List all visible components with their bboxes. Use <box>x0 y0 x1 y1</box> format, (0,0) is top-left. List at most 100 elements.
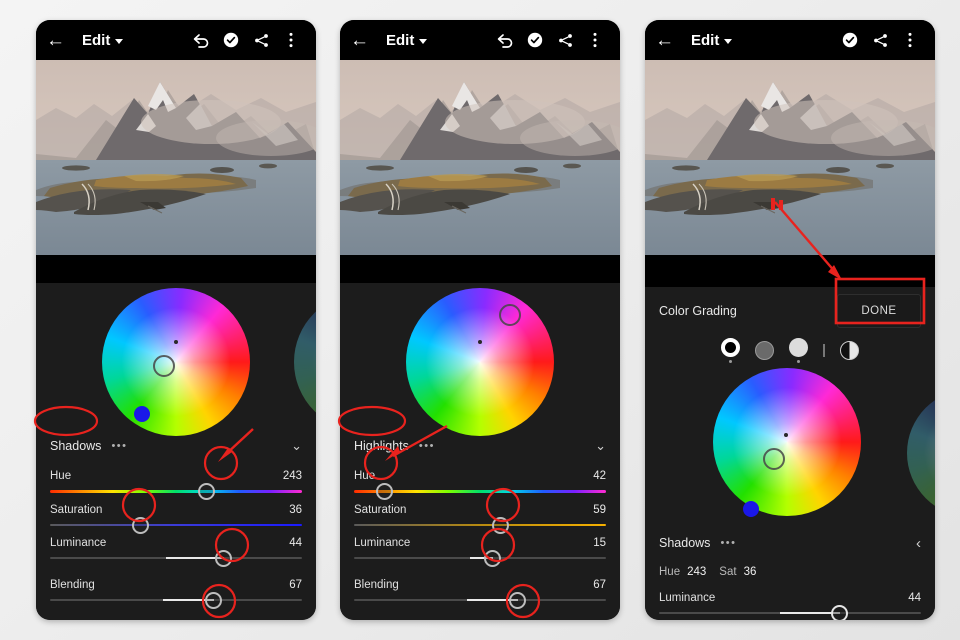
share-icon[interactable] <box>550 33 580 48</box>
share-icon[interactable] <box>865 33 895 48</box>
share-icon[interactable] <box>246 33 276 48</box>
photo-preview-highlights[interactable] <box>340 60 620 255</box>
more-vertical-icon[interactable] <box>895 32 925 48</box>
section-more-icon[interactable]: ••• <box>720 537 736 549</box>
section-header-shadows[interactable]: Shadows ••• ⌄ <box>36 433 316 459</box>
done-button[interactable]: DONE <box>837 294 921 328</box>
slider-track[interactable] <box>354 591 606 609</box>
adjacent-color-wheel[interactable] <box>907 389 935 517</box>
section-more-icon[interactable]: ••• <box>419 440 435 452</box>
mode-selected-dot <box>729 359 732 363</box>
slider-hue-shadows[interactable]: Hue 243 <box>36 470 316 500</box>
edit-title-menu[interactable]: Edit <box>82 32 124 49</box>
black-gap-highlights <box>340 255 620 283</box>
slider-knob[interactable] <box>205 591 223 609</box>
slider-saturation-highlights[interactable]: Saturation 59 <box>340 504 620 534</box>
section-header-color-grading[interactable]: Shadows ••• ‹ <box>645 530 935 556</box>
slider-track[interactable] <box>50 483 302 500</box>
color-grading-mode-row <box>645 335 935 365</box>
adjacent-color-wheel[interactable] <box>294 293 316 431</box>
check-circle-icon[interactable] <box>520 32 550 48</box>
color-wheel-shadows[interactable] <box>102 288 250 436</box>
section-header-highlights[interactable]: Highlights ••• ⌄ <box>340 433 620 459</box>
chevron-left-icon[interactable]: ‹ <box>916 535 921 552</box>
screenshot-stage: ← Edit Shadows ••• ⌄ Hue 243 Saturation … <box>0 0 960 640</box>
sat-value: 36 <box>743 566 757 578</box>
slider-knob[interactable] <box>197 483 215 500</box>
slider-knob[interactable] <box>132 516 150 534</box>
slider-labelrow: Luminance 44 <box>50 537 302 549</box>
slider-track[interactable] <box>50 549 302 567</box>
check-circle-icon[interactable] <box>835 32 865 48</box>
edit-title-menu[interactable]: Edit <box>386 32 428 49</box>
slider-knob[interactable] <box>831 604 849 620</box>
edit-title-menu[interactable]: Edit <box>691 32 733 49</box>
slider-blending-highlights[interactable]: Blending 67 <box>340 579 620 609</box>
slider-track[interactable] <box>659 604 921 620</box>
slider-track[interactable] <box>50 516 302 534</box>
slider-blending-shadows[interactable]: Blending 67 <box>36 579 316 609</box>
slider-track[interactable] <box>50 591 302 609</box>
back-icon[interactable]: ← <box>655 31 681 50</box>
wheel-zone-shadows <box>36 283 316 436</box>
slider-knob[interactable] <box>375 483 393 500</box>
slider-knob[interactable] <box>491 516 509 534</box>
slider-track[interactable] <box>354 516 606 534</box>
topbar-shadows: ← Edit <box>36 20 316 60</box>
slider-value: 42 <box>593 470 606 482</box>
phone-panel-color-grading: ← Edit Color Grading DONE Shadows ••• ‹ … <box>645 20 935 620</box>
mode-shadows-icon <box>755 340 774 360</box>
more-vertical-icon[interactable] <box>580 32 610 48</box>
section-more-icon[interactable]: ••• <box>111 440 127 452</box>
section-title: Shadows <box>659 536 711 550</box>
slider-value: 44 <box>908 592 921 604</box>
slider-value: 243 <box>282 470 302 482</box>
wheel-color-swatch[interactable] <box>134 406 150 422</box>
more-vertical-icon[interactable] <box>276 32 306 48</box>
slider-label: Hue <box>50 470 72 482</box>
mode-shadows[interactable] <box>755 340 774 360</box>
color-wheel-color-grading[interactable] <box>713 368 861 516</box>
color-grading-wheel-selector[interactable] <box>763 448 785 470</box>
check-circle-icon[interactable] <box>216 32 246 48</box>
editor-color-grading: Color Grading DONE Shadows ••• ‹ Hue 243… <box>645 287 935 620</box>
mode-all[interactable] <box>721 337 740 363</box>
back-icon[interactable]: ← <box>350 31 376 50</box>
wheel-zone-highlights <box>340 283 620 436</box>
wheel-color-swatch[interactable] <box>743 501 759 517</box>
slider-track[interactable] <box>354 483 606 500</box>
mode-split[interactable] <box>840 340 859 360</box>
slider-value: 36 <box>289 504 302 516</box>
mode-split-icon <box>840 340 859 360</box>
slider-label: Saturation <box>354 504 407 516</box>
chevron-down-icon <box>419 38 428 44</box>
shadows-wheel-selector[interactable] <box>153 355 175 377</box>
hue-key: Hue <box>659 566 681 578</box>
slider-label: Luminance <box>50 537 107 549</box>
slider-label: Luminance <box>659 592 716 604</box>
color-wheel-highlights[interactable] <box>406 288 554 436</box>
slider-luminance-color-grading[interactable]: Luminance 44 <box>645 592 935 620</box>
slider-knob[interactable] <box>484 549 502 567</box>
wheel-center-dot <box>784 433 788 437</box>
slider-track[interactable] <box>354 549 606 567</box>
slider-saturation-shadows[interactable]: Saturation 36 <box>36 504 316 534</box>
chevron-down-icon[interactable]: ⌄ <box>595 438 606 454</box>
slider-value: 44 <box>289 537 302 549</box>
highlights-wheel-selector[interactable] <box>499 304 521 326</box>
slider-luminance-highlights[interactable]: Luminance 15 <box>340 537 620 567</box>
slider-hue-highlights[interactable]: Hue 42 <box>340 470 620 500</box>
photo-preview-shadows[interactable] <box>36 60 316 255</box>
photo-preview-color-grading[interactable] <box>645 60 935 255</box>
undo-icon[interactable] <box>186 33 216 48</box>
back-icon[interactable]: ← <box>46 31 72 50</box>
slider-knob[interactable] <box>509 591 527 609</box>
slider-luminance-shadows[interactable]: Luminance 44 <box>36 537 316 567</box>
undo-icon[interactable] <box>490 33 520 48</box>
chevron-down-icon[interactable]: ⌄ <box>291 438 302 454</box>
slider-labelrow: Luminance 15 <box>354 537 606 549</box>
slider-knob[interactable] <box>215 549 233 567</box>
mode-highlights[interactable] <box>789 337 808 363</box>
slider-value: 67 <box>593 579 606 591</box>
section-title: Shadows <box>50 439 102 453</box>
